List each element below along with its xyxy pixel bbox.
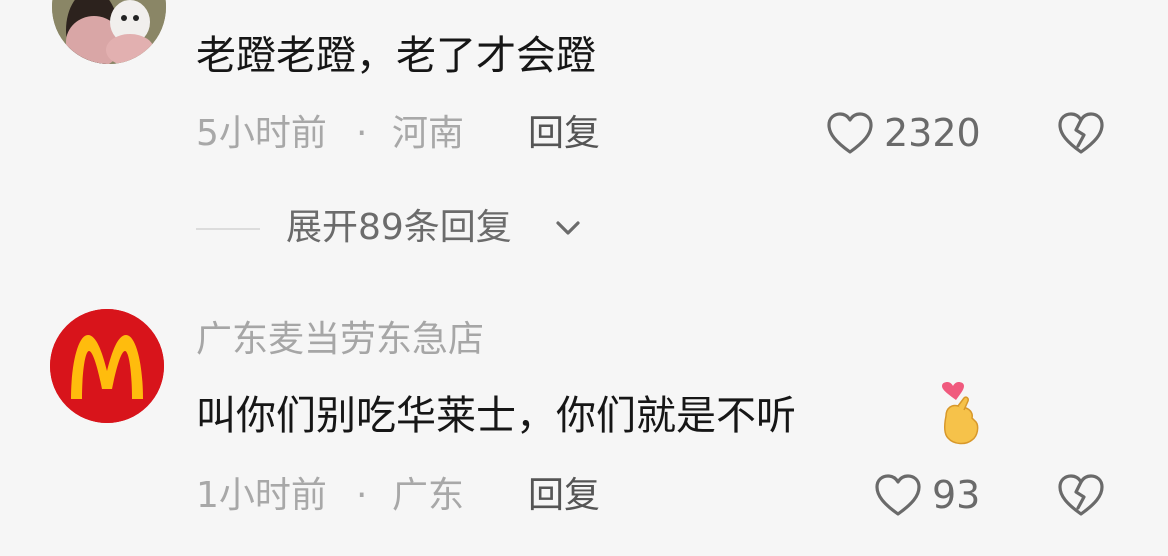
heart-hands-emoji-icon xyxy=(936,378,980,448)
like-count: 93 xyxy=(932,473,981,517)
comment-text: 老蹬老蹬，老了才会蹬 xyxy=(196,33,596,79)
comment-time: 5小时前 xyxy=(196,113,327,154)
meta-separator: · xyxy=(356,475,368,516)
chevron-down-icon[interactable] xyxy=(554,218,582,238)
like-count: 2320 xyxy=(884,111,981,155)
broken-heart-icon[interactable] xyxy=(1056,110,1106,156)
heart-icon[interactable] xyxy=(826,110,874,156)
meta-separator: · xyxy=(356,113,368,154)
avatar[interactable] xyxy=(52,0,166,64)
comment-location: 河南 xyxy=(392,113,465,154)
comment-time: 1小时前 xyxy=(196,475,327,516)
username[interactable]: 广东麦当劳东急店 xyxy=(196,322,484,358)
reply-button[interactable]: 回复 xyxy=(528,478,600,514)
comment-location: 广东 xyxy=(392,475,465,516)
heart-icon[interactable] xyxy=(874,472,922,518)
broken-heart-icon[interactable] xyxy=(1056,472,1106,518)
mcdonalds-logo-icon xyxy=(50,309,164,423)
divider xyxy=(196,228,260,230)
expand-replies-button[interactable]: 展开89条回复 xyxy=(286,210,512,246)
reply-button[interactable]: 回复 xyxy=(528,116,600,152)
comment-text: 叫你们别吃华莱士，你们就是不听 xyxy=(196,393,796,439)
avatar[interactable] xyxy=(50,309,164,423)
